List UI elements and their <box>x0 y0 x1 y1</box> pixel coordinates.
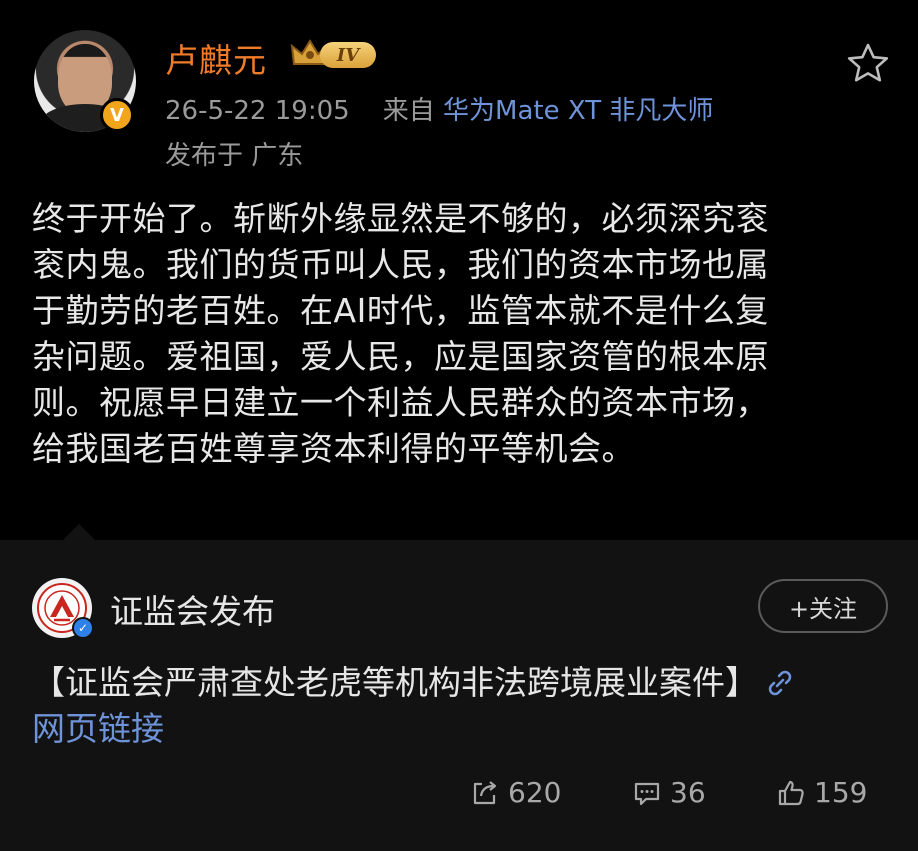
weibo-post: V 卢麒元 IV 26-5-22 19:05 来自 华为Mate XT 非凡大师… <box>0 0 918 540</box>
repost-headline: 【证监会严肃查处老虎等机构非法跨境展业案件】 <box>32 663 758 702</box>
level-badge[interactable]: IV <box>290 36 386 72</box>
post-content-line: 杂问题。爱祖国，爱人民，应是国家资管的根本原 <box>32 337 769 376</box>
link-icon <box>768 670 792 696</box>
post-time: 26-5-22 19:05 <box>165 96 350 126</box>
comment-icon <box>634 782 660 805</box>
post-content-line: 衮内鬼。我们的货币叫人民，我们的资本市场也属 <box>32 245 769 284</box>
verified-badge-icon: V <box>100 98 134 132</box>
favorite-star-button[interactable] <box>846 42 890 84</box>
org-verified-icon: ✓ <box>72 617 94 639</box>
verified-badge-mark: V <box>110 104 124 126</box>
thumbs-up-icon <box>778 780 804 805</box>
repost-icon <box>473 780 497 804</box>
org-name[interactable]: 证监会发布 <box>110 585 275 633</box>
repost-button[interactable]: 620 <box>470 776 561 809</box>
post-content-line: 则。祝愿早日建立一个利益人民群众的资本市场， <box>32 383 769 422</box>
post-content-line: 终于开始了。斩断外缘显然是不够的，必须深究衮 <box>32 199 769 238</box>
action-bar: 620 36 159 <box>0 776 918 816</box>
like-button[interactable]: 159 <box>776 776 867 809</box>
repost-count: 620 <box>508 776 562 809</box>
comment-button[interactable]: 36 <box>632 776 706 809</box>
post-source-link[interactable]: 华为Mate XT 非凡大师 <box>443 96 713 126</box>
post-content-line: 于勤劳的老百姓。在AI时代，监管本就不是什么复 <box>32 291 769 330</box>
post-location: 发布于 广东 <box>165 141 304 171</box>
comment-count: 36 <box>670 776 706 809</box>
author-name[interactable]: 卢麒元 <box>165 34 267 82</box>
post-content: 终于开始了。斩断外缘显然是不够的，必须深究衮 衮内鬼。我们的货币叫人民，我们的资… <box>32 196 888 472</box>
repost-content: 【证监会严肃查处老虎等机构非法跨境展业案件】 网页链接 <box>32 660 888 752</box>
follow-button[interactable]: +关注 <box>758 579 888 633</box>
card-pointer <box>62 524 96 541</box>
post-content-line: 给我国老百姓尊享资本利得的平等机会。 <box>32 429 635 468</box>
source-prefix: 来自 <box>382 96 435 126</box>
level-label: IV <box>320 42 376 68</box>
post-meta: 26-5-22 19:05 来自 华为Mate XT 非凡大师 <box>165 90 713 127</box>
star-icon <box>847 43 889 82</box>
web-link[interactable]: 网页链接 <box>32 709 164 748</box>
like-count: 159 <box>814 776 868 809</box>
